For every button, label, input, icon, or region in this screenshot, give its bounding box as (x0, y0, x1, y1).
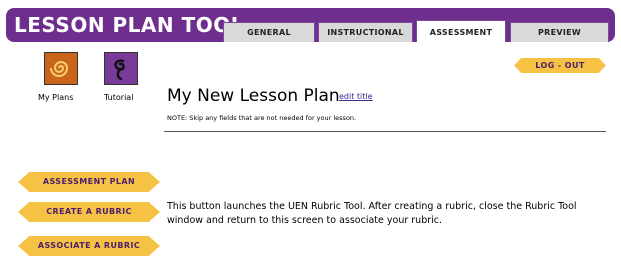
create-rubric-button[interactable]: CREATE A RUBRIC (18, 202, 160, 222)
tab-assessment[interactable]: ASSESSMENT (416, 20, 506, 42)
top-bar: LESSON PLAN TOOL GENERAL INSTRUCTIONAL A… (0, 0, 621, 46)
associate-rubric-button[interactable]: ASSOCIATE A RUBRIC (18, 236, 160, 256)
tab-general[interactable]: GENERAL (223, 22, 315, 42)
my-plans-label[interactable]: My Plans (38, 93, 73, 102)
lesson-title: My New Lesson Plan (167, 86, 340, 106)
edit-title-link[interactable]: edit title (339, 92, 373, 101)
logout-button[interactable]: LOG - OUT (514, 58, 606, 73)
swirl-icon (105, 53, 137, 84)
tab-preview[interactable]: PREVIEW (510, 22, 609, 42)
fields-note: NOTE: Skip any fields that are not neede… (167, 114, 357, 122)
spiral-icon (45, 53, 77, 84)
my-plans-button[interactable] (44, 52, 78, 85)
tab-instructional[interactable]: INSTRUCTIONAL (318, 22, 413, 42)
app-title: LESSON PLAN TOOL (14, 13, 244, 37)
rubric-description: This button launches the UEN Rubric Tool… (167, 201, 577, 226)
assessment-plan-button[interactable]: ASSESSMENT PLAN (18, 172, 160, 192)
tutorial-label[interactable]: Tutorial (104, 93, 133, 102)
divider (164, 131, 606, 132)
tutorial-button[interactable] (104, 52, 138, 85)
